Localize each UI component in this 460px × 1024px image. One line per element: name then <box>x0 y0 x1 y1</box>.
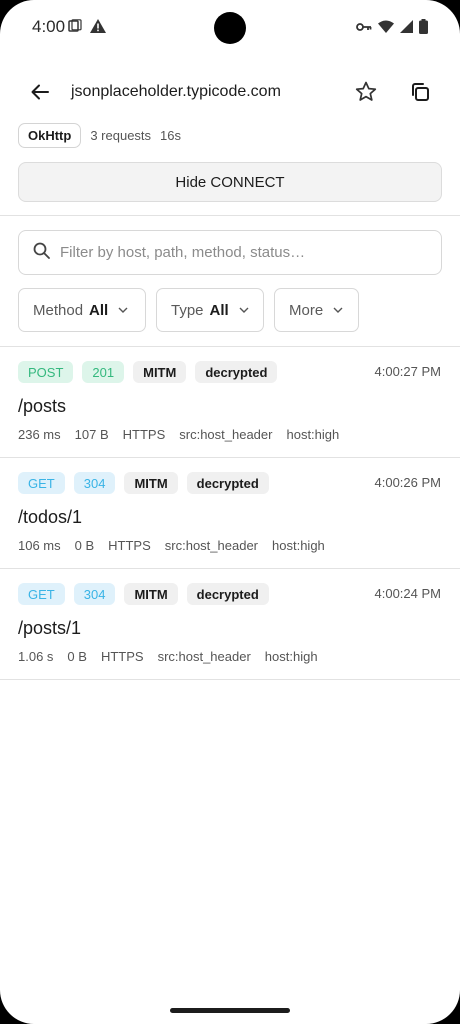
type-filter-value: All <box>209 301 229 319</box>
request-row[interactable]: GET 304 MITM decrypted 4:00:24 PM /posts… <box>0 569 460 680</box>
hide-connect-button[interactable]: Hide CONNECT <box>18 162 442 202</box>
request-meta: 1.06 s 0 B HTTPS src:host_header host:hi… <box>18 649 318 664</box>
copy-button[interactable] <box>406 80 434 108</box>
method-filter-value: All <box>89 301 109 319</box>
method-badge: POST <box>18 361 74 383</box>
request-timestamp: 4:00:26 PM <box>374 475 442 490</box>
request-protocol: HTTPS <box>108 538 151 553</box>
request-meta: 236 ms 107 B HTTPS src:host_header host:… <box>18 427 339 442</box>
chevron-down-icon <box>333 307 343 313</box>
more-filter-label: More <box>289 301 324 319</box>
status-bar: 4:00 <box>0 0 460 56</box>
session-duration: 16s <box>160 128 182 143</box>
mitm-badge: MITM <box>133 361 187 383</box>
type-filter-label: Type <box>171 301 204 319</box>
request-source: src:host_header <box>157 649 251 664</box>
method-filter-dropdown[interactable]: Method All <box>18 288 146 332</box>
request-duration: 236 ms <box>18 427 61 442</box>
camera-cutout <box>214 12 246 44</box>
request-source: src:host_header <box>179 427 273 442</box>
request-size: 107 B <box>74 427 109 442</box>
vpn-key-icon <box>356 20 372 38</box>
mitm-badge: MITM <box>124 472 178 494</box>
back-button[interactable] <box>24 80 56 108</box>
arrow-back-icon <box>31 84 49 105</box>
copy-icon <box>410 82 430 107</box>
divider <box>0 215 460 216</box>
search-icon <box>33 242 50 264</box>
host-title: jsonplaceholder.typicode.com <box>71 83 281 100</box>
decrypted-badge: decrypted <box>195 361 278 383</box>
session-meta-row: OkHttp 3 requests 16s <box>18 123 181 148</box>
method-filter-label: Method <box>33 301 84 319</box>
client-chip: OkHttp <box>18 123 82 148</box>
request-protocol: HTTPS <box>100 649 144 664</box>
request-row[interactable]: POST 201 MITM decrypted 4:00:27 PM /post… <box>0 347 460 458</box>
home-gesture-bar[interactable] <box>170 1008 290 1013</box>
star-outline-icon <box>355 81 377 107</box>
warning-icon <box>90 19 106 38</box>
request-timestamp: 4:00:27 PM <box>374 364 442 379</box>
status-left-icons <box>68 19 106 38</box>
decrypted-badge: decrypted <box>186 472 269 494</box>
request-list: POST 201 MITM decrypted 4:00:27 PM /post… <box>0 347 460 680</box>
request-host-confidence: host:high <box>272 538 325 553</box>
request-tags: GET 304 MITM decrypted <box>18 583 269 605</box>
request-timestamp: 4:00:24 PM <box>374 586 442 601</box>
chevron-down-icon <box>118 307 128 313</box>
request-count: 3 requests <box>90 128 152 143</box>
request-duration: 1.06 s <box>18 649 54 664</box>
request-source: src:host_header <box>164 538 259 553</box>
request-path: /posts/1 <box>18 618 82 638</box>
request-duration: 106 ms <box>18 538 61 553</box>
status-badge: 304 <box>73 472 116 494</box>
request-path: /todos/1 <box>18 507 83 527</box>
search-input[interactable] <box>60 244 420 261</box>
request-tags: GET 304 MITM decrypted <box>18 472 269 494</box>
decrypted-badge: decrypted <box>186 583 269 605</box>
filter-row: Method All Type All More <box>18 288 359 332</box>
mitm-badge: MITM <box>124 583 178 605</box>
request-size: 0 B <box>67 649 87 664</box>
request-tags: POST 201 MITM decrypted <box>18 361 278 383</box>
request-path: /posts <box>18 396 67 416</box>
type-filter-dropdown[interactable]: Type All <box>156 288 264 332</box>
status-right-icons <box>356 19 428 39</box>
search-box[interactable] <box>18 230 442 275</box>
request-row[interactable]: GET 304 MITM decrypted 4:00:26 PM /todos… <box>0 458 460 569</box>
method-badge: GET <box>18 583 65 605</box>
request-size: 0 B <box>74 538 95 553</box>
request-meta: 106 ms 0 B HTTPS src:host_header host:hi… <box>18 538 325 553</box>
status-badge: 304 <box>73 583 116 605</box>
top-app-bar: jsonplaceholder.typicode.com <box>0 72 460 116</box>
method-badge: GET <box>18 472 65 494</box>
request-host-confidence: host:high <box>264 649 318 664</box>
wifi-icon <box>378 20 394 38</box>
app-screen: 4:00 jsonplaceholder.typicode.com OkHttp… <box>0 0 460 1024</box>
chevron-down-icon <box>239 307 249 313</box>
favorite-button[interactable] <box>352 80 380 108</box>
status-time: 4:00 <box>32 17 66 36</box>
status-badge: 201 <box>82 361 125 383</box>
cellular-signal-icon <box>400 20 413 38</box>
battery-icon <box>419 19 428 39</box>
more-filter-dropdown[interactable]: More <box>274 288 359 332</box>
request-protocol: HTTPS <box>122 427 166 442</box>
request-host-confidence: host:high <box>286 427 340 442</box>
screenshot-notification-icon <box>68 19 82 38</box>
